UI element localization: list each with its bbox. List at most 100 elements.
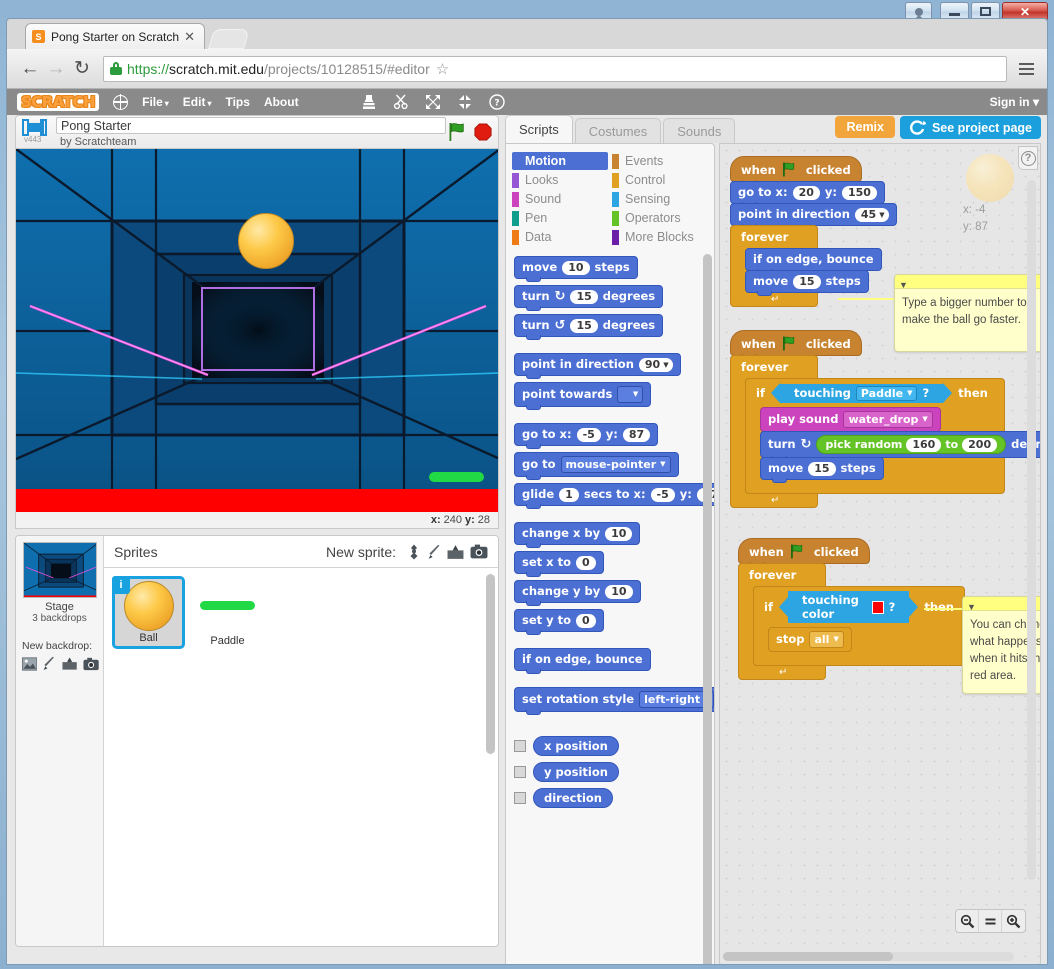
- category-data[interactable]: Data: [512, 228, 608, 246]
- block-forever[interactable]: forever if touching color ? then stop al…: [738, 563, 965, 680]
- language-globe-icon[interactable]: [112, 93, 129, 110]
- stage-sprite-ball[interactable]: [238, 213, 294, 269]
- stage-sprite-paddle[interactable]: [429, 472, 484, 482]
- remix-button[interactable]: Remix: [835, 116, 895, 138]
- choose-sprite-icon[interactable]: [406, 544, 422, 560]
- menu-tips[interactable]: Tips: [225, 95, 249, 109]
- zoom-reset-button[interactable]: [979, 910, 1002, 932]
- camera-icon[interactable]: [83, 657, 99, 671]
- zoom-in-button[interactable]: [1002, 910, 1025, 932]
- bookmark-star-icon[interactable]: ☆: [436, 60, 449, 78]
- help-button[interactable]: ?: [1018, 146, 1038, 170]
- block-forever[interactable]: forever if on edge, bounce move 15 steps ↵: [730, 225, 882, 307]
- green-flag-icon[interactable]: [446, 121, 468, 143]
- palette-block-go-to-xy[interactable]: go to x: -5 y: 87: [514, 423, 659, 449]
- block-touching-color[interactable]: touching color ?: [778, 591, 919, 623]
- palette-block-if-on-edge-bounce[interactable]: if on edge, bounce: [514, 648, 651, 674]
- stop-icon[interactable]: [474, 123, 492, 141]
- back-icon[interactable]: ←: [17, 56, 43, 82]
- block-move-steps[interactable]: move 15 steps: [745, 270, 869, 296]
- sprite-info-badge[interactable]: i: [112, 576, 130, 594]
- zoom-out-button[interactable]: [956, 910, 979, 932]
- palette-reporter-x-position[interactable]: x position: [533, 736, 619, 756]
- stage-canvas[interactable]: [15, 149, 499, 512]
- small-stage-layout-button[interactable]: v443: [22, 119, 48, 144]
- block-pick-random[interactable]: pick random 160 to 200: [816, 435, 1007, 454]
- palette-block-set-y[interactable]: set y to 0: [514, 609, 604, 635]
- category-more-blocks[interactable]: More Blocks: [612, 228, 708, 246]
- block-when-flag-clicked[interactable]: when clicked: [738, 538, 870, 567]
- block-when-flag-clicked[interactable]: when clicked: [730, 156, 862, 185]
- category-sound[interactable]: Sound: [512, 190, 608, 208]
- comment-collapse-bar[interactable]: ▼: [895, 275, 1040, 290]
- category-control[interactable]: Control: [612, 171, 708, 189]
- scratch-logo[interactable]: SCRATCH: [17, 93, 100, 111]
- reload-icon[interactable]: ↻: [69, 56, 95, 82]
- block-move-steps[interactable]: move 15 steps: [760, 457, 884, 483]
- category-operators[interactable]: Operators: [612, 209, 708, 227]
- sprite-card-paddle[interactable]: Paddle: [191, 576, 264, 649]
- browser-tab[interactable]: S Pong Starter on Scratch ✕: [25, 23, 205, 49]
- palette-block-change-x[interactable]: change x by 10: [514, 522, 641, 548]
- script-stack-1[interactable]: when clicked go to x: 20 y: 150 point in di…: [730, 156, 897, 307]
- palette-block-go-to-target[interactable]: go to mouse-pointer ▼: [514, 452, 679, 480]
- camera-icon[interactable]: [470, 544, 488, 559]
- palette-reporter-direction[interactable]: direction: [533, 788, 613, 808]
- palette-block-move[interactable]: move 10 steps: [514, 256, 638, 282]
- palette-block-set-rotation-style[interactable]: set rotation styleleft-right▼: [514, 687, 714, 715]
- menu-file[interactable]: File ▾: [142, 95, 169, 109]
- scissors-icon[interactable]: [393, 94, 409, 110]
- checkbox-direction[interactable]: [514, 791, 526, 804]
- grow-icon[interactable]: [425, 94, 441, 110]
- browser-menu-icon[interactable]: [1015, 56, 1037, 82]
- brush-icon[interactable]: [43, 656, 55, 671]
- upload-icon[interactable]: [447, 544, 464, 560]
- palette-scrollbar[interactable]: [703, 254, 712, 964]
- scrollbar-thumb[interactable]: [723, 952, 893, 961]
- palette-block-glide[interactable]: glide1secs to x:-5y:87: [514, 483, 714, 509]
- palette-block-change-y[interactable]: change y by 10: [514, 580, 641, 606]
- block-point-in-direction[interactable]: point in direction 45 ▼: [730, 203, 897, 229]
- script-stack-3[interactable]: when clicked forever if touching color ?…: [738, 538, 965, 680]
- color-swatch[interactable]: [871, 600, 884, 614]
- palette-block-turn-cw[interactable]: turn ↻ 15 degrees: [514, 285, 664, 311]
- block-when-flag-clicked[interactable]: when clicked: [730, 330, 862, 359]
- checkbox-y-position[interactable]: [514, 765, 526, 778]
- category-sensing[interactable]: Sensing: [612, 190, 708, 208]
- menu-about[interactable]: About: [264, 95, 299, 109]
- triangle-down-icon[interactable]: ▼: [899, 280, 908, 290]
- scripts-canvas[interactable]: ? x: -4 y: 87 when clicked go to x: 20 y…: [719, 143, 1041, 964]
- brush-icon[interactable]: [428, 544, 441, 560]
- block-if-on-edge-bounce[interactable]: if on edge, bounce: [745, 248, 882, 274]
- tab-costumes[interactable]: Costumes: [574, 118, 662, 143]
- palette-block-turn-ccw[interactable]: turn ↺ 15 degrees: [514, 314, 664, 340]
- palette-reporter-y-position[interactable]: y position: [533, 762, 619, 782]
- sprite-list-scrollbar[interactable]: [486, 574, 495, 754]
- block-turn-degrees[interactable]: turn ↻ pick random160to200 degrees: [760, 431, 1040, 461]
- forward-icon[interactable]: →: [43, 56, 69, 82]
- new-tab-button[interactable]: [208, 29, 250, 49]
- stage-selector[interactable]: Stage 3 backdrops New backdrop:: [16, 536, 104, 946]
- sign-in-menu[interactable]: Sign in ▾: [990, 95, 1039, 109]
- block-go-to-xy[interactable]: go to x: 20 y: 150: [730, 181, 885, 207]
- checkbox-x-position[interactable]: [514, 739, 526, 752]
- see-project-page-button[interactable]: See project page: [899, 116, 1041, 139]
- comment-1[interactable]: ▼ Type a bigger number to make the ball …: [894, 274, 1040, 352]
- block-forever[interactable]: forever if touching Paddle ▼ ? then play…: [730, 355, 1040, 508]
- category-looks[interactable]: Looks: [512, 171, 608, 189]
- shrink-icon[interactable]: [457, 94, 473, 110]
- palette-block-point-in-direction[interactable]: point in direction 90 ▼: [514, 353, 681, 379]
- paint-icon[interactable]: [22, 656, 38, 671]
- category-pen[interactable]: Pen: [512, 209, 608, 227]
- scripts-vertical-scrollbar[interactable]: [1027, 180, 1036, 880]
- sprite-card-ball[interactable]: i Ball: [112, 576, 185, 649]
- category-events[interactable]: Events: [612, 152, 708, 170]
- tab-scripts[interactable]: Scripts: [505, 115, 573, 143]
- triangle-down-icon[interactable]: ▼: [967, 602, 976, 612]
- upload-icon[interactable]: [62, 656, 77, 671]
- block-stop[interactable]: stop all ▼: [768, 627, 852, 652]
- project-title-input[interactable]: [56, 117, 446, 134]
- block-if-then[interactable]: if touching Paddle ▼ ? then play sound w…: [745, 378, 1040, 494]
- palette-block-point-towards[interactable]: point towards ▼: [514, 382, 652, 410]
- close-tab-icon[interactable]: ✕: [181, 29, 198, 45]
